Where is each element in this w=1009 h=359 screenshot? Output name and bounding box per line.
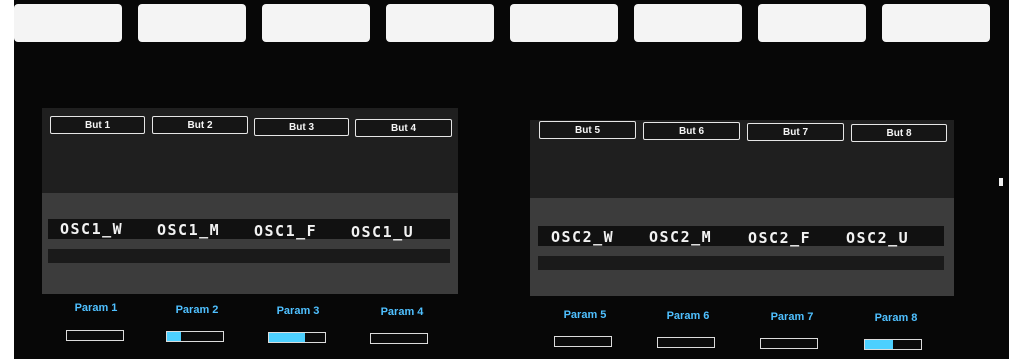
- param-slider-1[interactable]: [66, 330, 124, 341]
- osc-label-1: OSC1_W: [60, 220, 124, 238]
- osc-label-5: OSC2_W: [551, 228, 615, 246]
- param-label-6: Param 6: [666, 310, 710, 322]
- param-label-8: Param 8: [874, 312, 918, 324]
- param-label-3: Param 3: [276, 305, 320, 317]
- hardware-button-8[interactable]: [882, 4, 990, 42]
- soft-button-2[interactable]: But 2: [152, 116, 248, 134]
- param-slider-4[interactable]: [370, 333, 428, 344]
- param-label-4: Param 4: [380, 306, 424, 318]
- param-slider-8[interactable]: [864, 339, 922, 350]
- soft-button-4[interactable]: But 4: [355, 119, 452, 137]
- param-slider-7[interactable]: [760, 338, 818, 349]
- hardware-button-6[interactable]: [634, 4, 742, 42]
- hardware-button-2[interactable]: [138, 4, 246, 42]
- device-panel: But 1 But 2 But 3 But 4 OSC1_W OSC1_M OS…: [0, 0, 1009, 359]
- hardware-button-4[interactable]: [386, 4, 494, 42]
- soft-button-8[interactable]: But 8: [851, 124, 947, 142]
- indicator-dot: [999, 178, 1003, 186]
- param-slider-6[interactable]: [657, 337, 715, 348]
- osc-label-2: OSC1_M: [157, 221, 221, 239]
- osc-value-strip: [48, 249, 450, 263]
- param-label-7: Param 7: [770, 311, 814, 323]
- osc-label-8: OSC2_U: [846, 229, 910, 247]
- param-label-1: Param 1: [74, 302, 118, 314]
- hardware-button-3[interactable]: [262, 4, 370, 42]
- param-fill: [865, 340, 893, 349]
- param-label-2: Param 2: [175, 304, 219, 316]
- soft-button-7[interactable]: But 7: [747, 123, 844, 141]
- soft-button-6[interactable]: But 6: [643, 122, 740, 140]
- osc-label-3: OSC1_F: [254, 222, 318, 240]
- osc-label-4: OSC1_U: [351, 223, 415, 241]
- hardware-button-1[interactable]: [14, 4, 122, 42]
- soft-button-1[interactable]: But 1: [50, 116, 145, 134]
- param-fill: [269, 333, 306, 342]
- param-slider-5[interactable]: [554, 336, 612, 347]
- hardware-button-7[interactable]: [758, 4, 866, 42]
- param-slider-3[interactable]: [268, 332, 326, 343]
- hardware-button-5[interactable]: [510, 4, 618, 42]
- panel-edge: [0, 0, 14, 359]
- soft-button-3[interactable]: But 3: [254, 118, 349, 136]
- param-slider-2[interactable]: [166, 331, 224, 342]
- param-label-5: Param 5: [563, 309, 607, 321]
- osc-label-7: OSC2_F: [748, 229, 812, 247]
- osc-label-6: OSC2_M: [649, 228, 713, 246]
- param-fill: [167, 332, 181, 341]
- soft-button-5[interactable]: But 5: [539, 121, 636, 139]
- osc-value-strip: [538, 256, 944, 270]
